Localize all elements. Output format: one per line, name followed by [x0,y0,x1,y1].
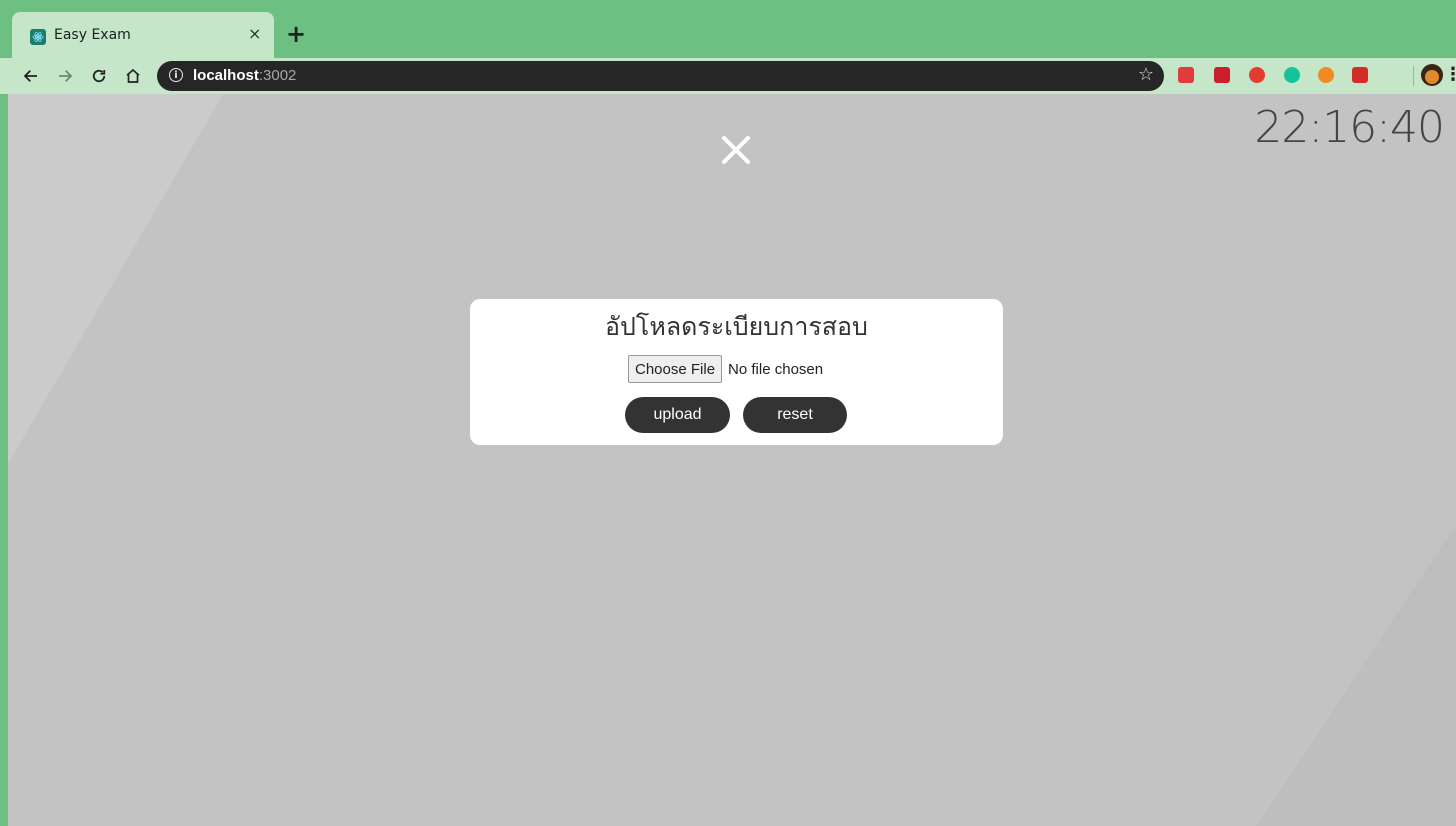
url-text: localhost:3002 [193,67,297,84]
tab-easy-exam[interactable]: Easy Exam × [12,12,274,58]
file-status-text: No file chosen [728,360,824,378]
ext-shield-icon[interactable] [1249,67,1265,83]
react-atom-icon [30,29,46,45]
toolbar-divider [1413,66,1414,86]
browser-toolbar: i localhost:3002 ☆ ⋮ [0,58,1456,94]
clock: 22:16:40 [1254,102,1445,153]
modal-title: อัปโหลดระเบียบการสอบ [605,312,868,341]
back-icon[interactable] [18,63,44,89]
file-input[interactable]: Choose File No file chosen [628,355,823,383]
tab-close-icon[interactable]: × [248,24,261,44]
background-pattern [8,94,1456,826]
browser-window: Easy Exam × + i localhost:3002 ☆ ⋮ 22:16… [0,0,1456,826]
profile-avatar[interactable] [1421,64,1443,86]
reload-icon[interactable] [86,63,112,89]
address-bar[interactable]: i localhost:3002 ☆ [157,61,1164,91]
choose-file-button[interactable]: Choose File [628,355,723,383]
ext-orange-icon[interactable] [1318,67,1334,83]
ext-grammarly-icon[interactable] [1284,67,1300,83]
kebab-menu-icon[interactable]: ⋮ [1444,64,1456,86]
info-icon[interactable]: i [169,68,183,82]
upload-button[interactable]: upload [625,397,730,433]
close-icon[interactable] [718,132,754,168]
reset-button[interactable]: reset [743,397,847,433]
tab-title: Easy Exam [54,27,131,43]
bookmark-star-icon[interactable]: ☆ [1138,64,1154,85]
home-icon[interactable] [120,63,146,89]
page-content: 22:16:40 อัปโหลดระเบียบการสอบ Choose Fil… [8,94,1456,826]
forward-icon[interactable] [52,63,78,89]
new-tab-button[interactable]: + [286,22,306,46]
ext-red-icon[interactable] [1178,67,1194,83]
ext-flag-icon[interactable] [1214,67,1230,83]
tab-strip: Easy Exam × + [0,0,1456,58]
ext-lastpass-icon[interactable] [1352,67,1368,83]
upload-modal: อัปโหลดระเบียบการสอบ Choose File No file… [470,299,1003,445]
